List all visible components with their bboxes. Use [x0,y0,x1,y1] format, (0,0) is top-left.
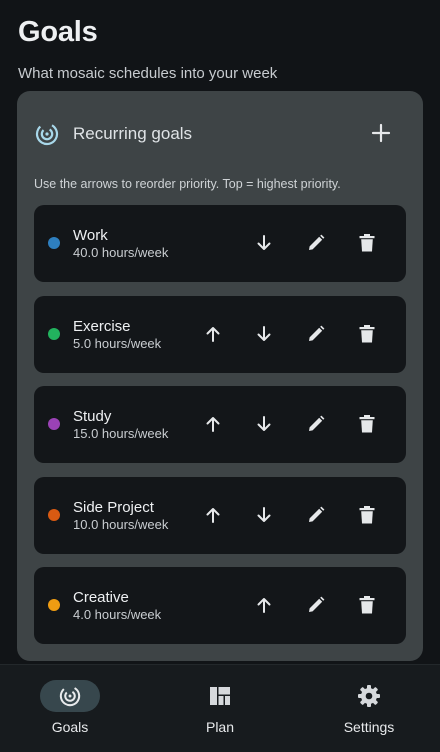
delete-goal-button[interactable] [355,412,379,436]
arrow-down-icon [257,506,271,522]
trash-icon [359,415,375,433]
pencil-icon [309,506,325,522]
edit-goal-button[interactable] [304,322,328,346]
pencil-icon [309,234,325,250]
target-icon [59,685,81,707]
recurring-goals-card: Recurring goals Use the arrows to reorde… [17,91,423,661]
arrow-down-icon [257,416,271,431]
card-title: Recurring goals [73,124,193,143]
goals-screen: Goals What mosaic schedules into your we… [0,0,440,752]
trash-icon [359,234,375,252]
pencil-icon [309,415,325,431]
page-subtitle: What mosaic schedules into your week [18,65,278,82]
goal-row: Side Project 10.0 hours/week [34,476,406,554]
nav-item-goals[interactable]: Goals [15,665,125,752]
arrow-down-icon [257,235,271,250]
nav-pill [190,680,250,712]
goal-hours: 40.0 hours/week [73,245,169,260]
goal-name: Work [73,227,108,244]
goal-color-dot [48,327,60,340]
bottom-nav: Goals Plan Settings [0,664,440,752]
plus-icon [371,123,391,143]
reorder-hint: Use the arrows to reorder priority. Top … [34,177,341,191]
goal-row: Study 15.0 hours/week [34,386,406,463]
goal-color-dot [48,508,60,521]
pencil-icon [309,325,325,341]
nav-item-settings[interactable]: Settings [314,665,424,752]
goal-row: Exercise 5.0 hours/week [34,295,406,373]
goal-hours: 5.0 hours/week [73,335,162,351]
goal-color-dot [48,418,60,430]
goal-color-dot [48,599,60,611]
dashboard-grid-icon [210,687,230,705]
target-icon [35,122,59,146]
trash-icon [359,596,375,614]
trash-icon [359,505,375,523]
arrow-up-icon [206,507,220,523]
goal-name: Creative [73,589,129,606]
card-header: Recurring goals [17,91,423,175]
edit-goal-button[interactable] [304,231,328,255]
page-title: Goals [18,16,98,48]
goal-list: Work 40.0 hours/week Exercise 5.0 hours/wee… [34,205,406,658]
goal-hours: 10.0 hours/week [73,516,169,532]
move-up-button[interactable] [201,503,225,527]
goal-hours: 4.0 hours/week [73,607,162,622]
goal-name: Study [73,408,112,425]
arrow-down-icon [257,325,271,341]
gear-icon [358,685,380,707]
goal-name: Side Project [73,498,154,516]
trash-icon [359,324,375,342]
pencil-icon [309,596,325,612]
move-up-button[interactable] [201,322,225,346]
nav-label-goals: Goals [51,719,89,735]
nav-label-settings: Settings [343,719,395,735]
goal-hours: 15.0 hours/week [73,426,169,441]
nav-label-plan: Plan [205,719,235,735]
delete-goal-button[interactable] [355,231,379,255]
delete-goal-button[interactable] [355,593,379,617]
add-goal-button[interactable] [367,119,395,147]
nav-item-plan[interactable]: Plan [165,665,275,752]
move-down-button[interactable] [252,231,276,255]
goal-row: Work 40.0 hours/week [34,205,406,282]
edit-goal-button[interactable] [304,503,328,527]
edit-goal-button[interactable] [304,412,328,436]
goal-name: Exercise [73,317,131,335]
edit-goal-button[interactable] [304,593,328,617]
arrow-up-icon [257,598,271,613]
nav-active-pill [40,680,100,712]
arrow-up-icon [206,326,220,342]
nav-pill [339,680,399,712]
arrow-up-icon [206,417,220,432]
move-up-button[interactable] [201,412,225,436]
goal-color-dot [48,237,60,249]
delete-goal-button[interactable] [355,503,379,527]
move-down-button[interactable] [252,322,276,346]
move-down-button[interactable] [252,503,276,527]
move-down-button[interactable] [252,412,276,436]
goal-row: Creative 4.0 hours/week [34,567,406,644]
move-up-button[interactable] [252,593,276,617]
delete-goal-button[interactable] [355,322,379,346]
